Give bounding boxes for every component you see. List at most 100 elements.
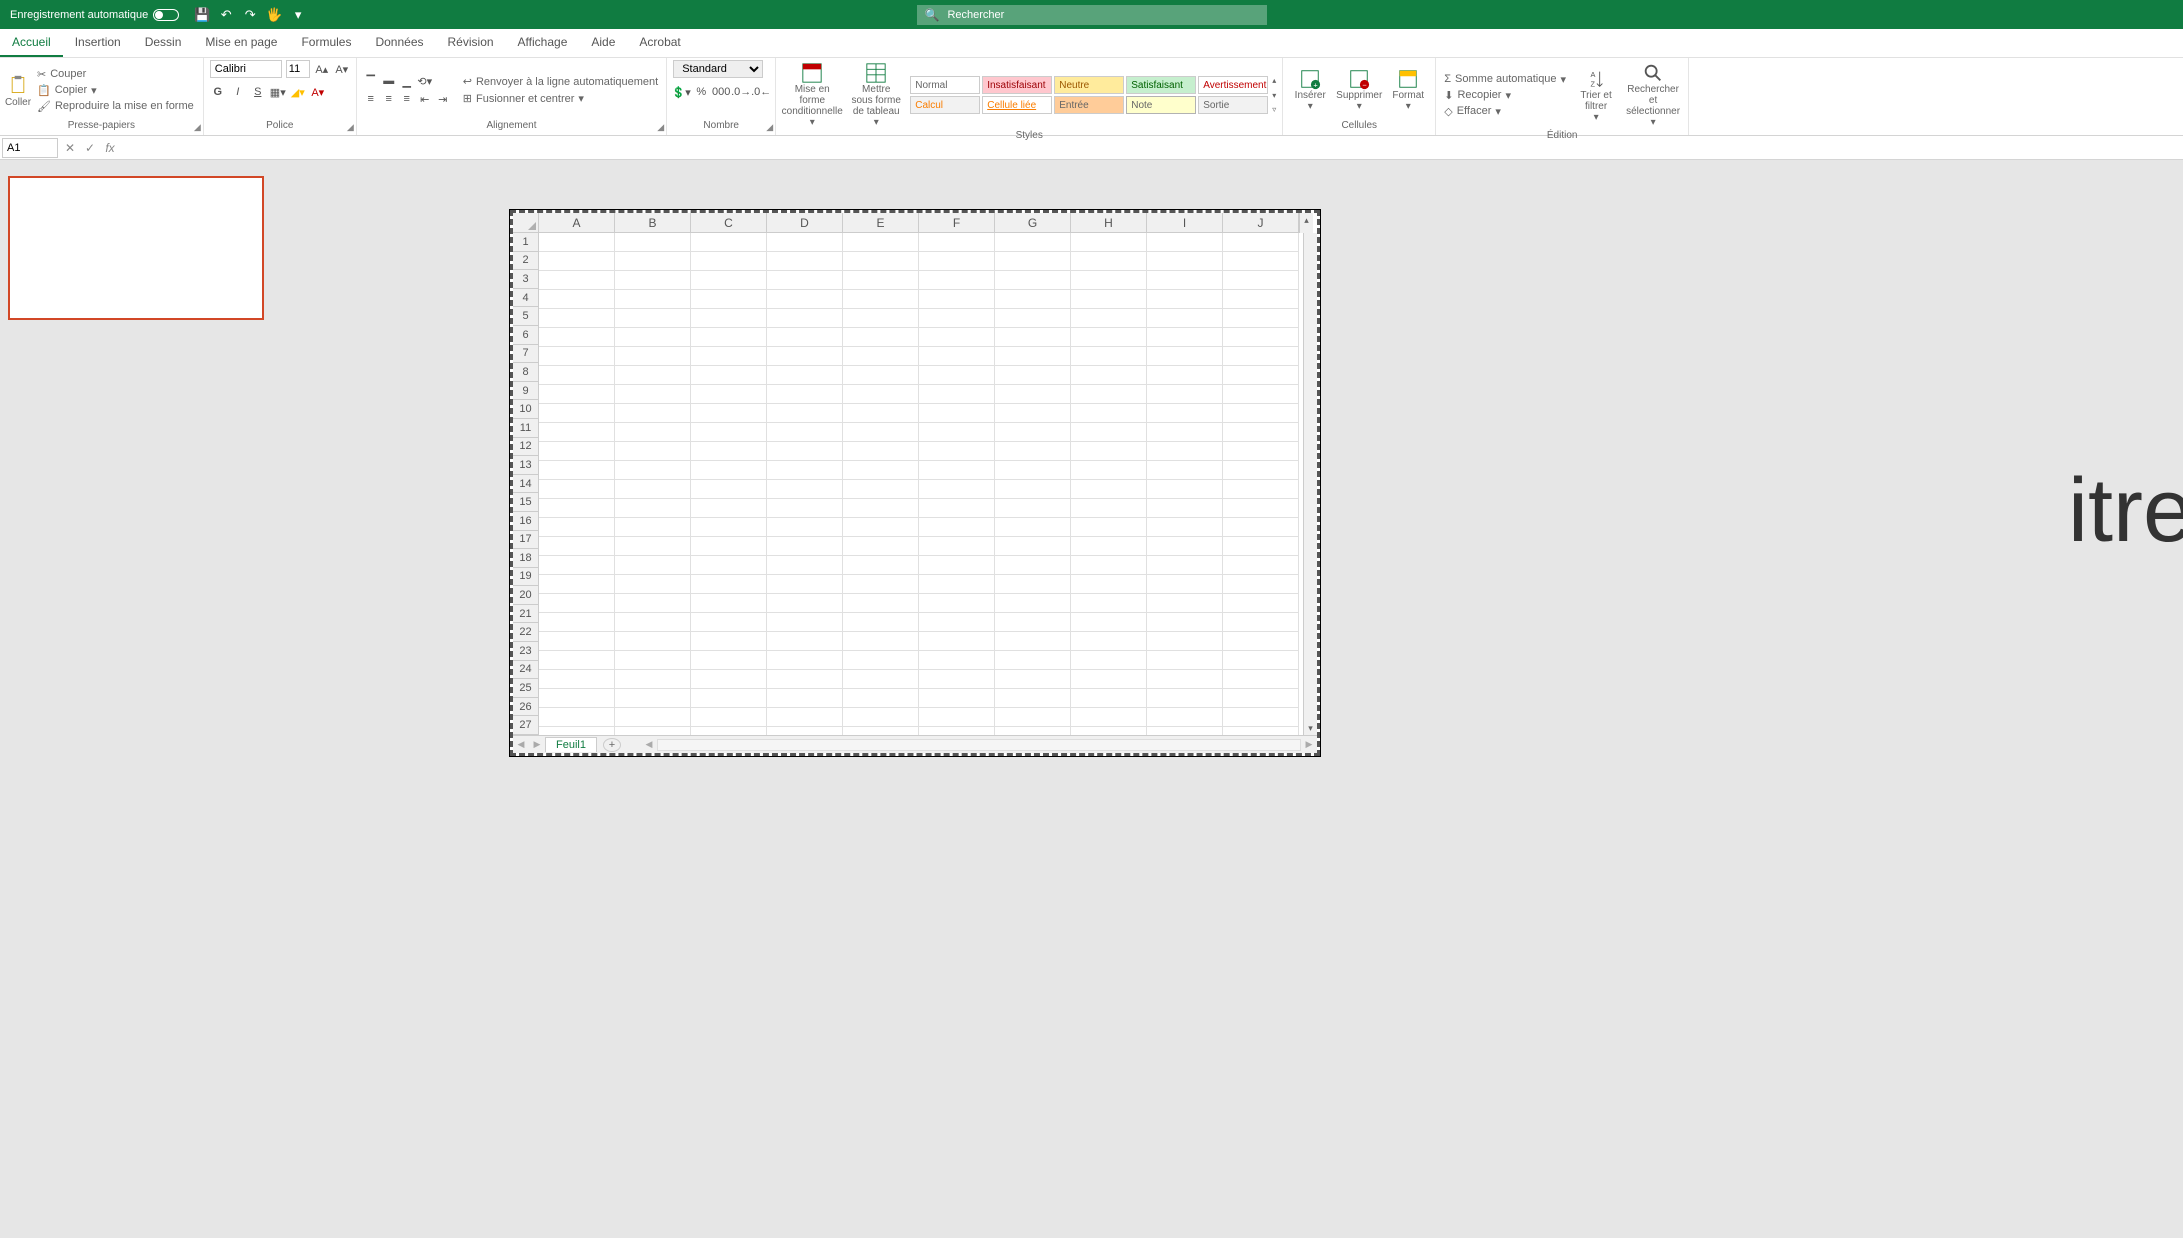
row-header-17[interactable]: 17 (513, 531, 539, 550)
font-size-input[interactable] (286, 60, 310, 78)
column-header-G[interactable]: G (995, 213, 1071, 233)
row-header-4[interactable]: 4 (513, 289, 539, 308)
decrease-decimal-button[interactable]: .0← (753, 84, 769, 100)
cell-G11[interactable] (995, 423, 1071, 442)
cell-H25[interactable] (1071, 689, 1147, 708)
cell-C18[interactable] (691, 556, 767, 575)
prev-sheet-button[interactable]: ◀ (513, 739, 529, 750)
bold-button[interactable]: G (210, 84, 226, 100)
next-sheet-button[interactable]: ▶ (529, 739, 545, 750)
style-avertissement[interactable]: Avertissement (1198, 76, 1268, 94)
cell-D17[interactable] (767, 537, 843, 556)
scroll-down-button[interactable]: ▾ (1308, 721, 1313, 735)
decrease-font-button[interactable]: A▾ (334, 61, 350, 77)
find-select-button[interactable]: Rechercher et sélectionner▾ (1624, 60, 1682, 130)
underline-button[interactable]: S (250, 84, 266, 100)
cell-H24[interactable] (1071, 670, 1147, 689)
border-button[interactable]: ▦▾ (270, 84, 286, 100)
cell-G2[interactable] (995, 252, 1071, 271)
row-header-7[interactable]: 7 (513, 345, 539, 364)
cell-G27[interactable] (995, 727, 1071, 735)
cell-F5[interactable] (919, 309, 995, 328)
cell-F23[interactable] (919, 651, 995, 670)
row-header-9[interactable]: 9 (513, 382, 539, 401)
cell-C25[interactable] (691, 689, 767, 708)
style-satisfaisant[interactable]: Satisfaisant (1126, 76, 1196, 94)
cell-J25[interactable] (1223, 689, 1299, 708)
cell-G1[interactable] (995, 233, 1071, 252)
cell-G25[interactable] (995, 689, 1071, 708)
cell-A21[interactable] (539, 613, 615, 632)
cell-A5[interactable] (539, 309, 615, 328)
cell-G5[interactable] (995, 309, 1071, 328)
cell-C7[interactable] (691, 347, 767, 366)
cell-J26[interactable] (1223, 708, 1299, 727)
cell-D5[interactable] (767, 309, 843, 328)
increase-indent-button[interactable]: ⇥ (435, 91, 451, 107)
cell-H8[interactable] (1071, 366, 1147, 385)
cell-G24[interactable] (995, 670, 1071, 689)
gallery-down-button[interactable]: ▾ (1272, 91, 1276, 100)
format-as-table-button[interactable]: Mettre sous forme de tableau▾ (846, 60, 906, 130)
embedded-spreadsheet[interactable]: ABCDEFGHIJ ▴ 123456789101112131415161718… (510, 210, 1320, 756)
cell-H21[interactable] (1071, 613, 1147, 632)
cell-I16[interactable] (1147, 518, 1223, 537)
cell-I9[interactable] (1147, 385, 1223, 404)
style-note[interactable]: Note (1126, 96, 1196, 114)
fill-color-button[interactable]: ◢▾ (290, 84, 306, 100)
cell-J2[interactable] (1223, 252, 1299, 271)
tab-accueil[interactable]: Accueil (0, 29, 63, 57)
cell-J22[interactable] (1223, 632, 1299, 651)
cell-I24[interactable] (1147, 670, 1223, 689)
insert-function-button[interactable]: fx (100, 138, 120, 158)
cell-E7[interactable] (843, 347, 919, 366)
align-right-button[interactable]: ≡ (399, 91, 415, 107)
cell-E24[interactable] (843, 670, 919, 689)
cell-D25[interactable] (767, 689, 843, 708)
cell-D2[interactable] (767, 252, 843, 271)
gallery-up-button[interactable]: ▴ (1272, 76, 1276, 85)
cell-I26[interactable] (1147, 708, 1223, 727)
cell-C23[interactable] (691, 651, 767, 670)
decrease-indent-button[interactable]: ⇤ (417, 91, 433, 107)
orientation-button[interactable]: ⟲▾ (417, 73, 433, 89)
cell-B21[interactable] (615, 613, 691, 632)
cell-E9[interactable] (843, 385, 919, 404)
tab-revision[interactable]: Révision (436, 29, 506, 57)
cell-J5[interactable] (1223, 309, 1299, 328)
horizontal-scrollbar[interactable]: ◀ ▶ (641, 739, 1317, 751)
cell-B13[interactable] (615, 461, 691, 480)
cell-B14[interactable] (615, 480, 691, 499)
cell-B23[interactable] (615, 651, 691, 670)
cell-B16[interactable] (615, 518, 691, 537)
tab-insertion[interactable]: Insertion (63, 29, 133, 57)
row-header-2[interactable]: 2 (513, 252, 539, 271)
cell-F26[interactable] (919, 708, 995, 727)
cell-D19[interactable] (767, 575, 843, 594)
cell-I3[interactable] (1147, 271, 1223, 290)
cell-G16[interactable] (995, 518, 1071, 537)
row-header-14[interactable]: 14 (513, 475, 539, 494)
name-box[interactable] (2, 138, 58, 158)
cell-F16[interactable] (919, 518, 995, 537)
cell-grid[interactable] (539, 233, 1303, 735)
column-header-I[interactable]: I (1147, 213, 1223, 233)
number-format-select[interactable]: Standard (673, 60, 763, 78)
cancel-formula-button[interactable]: ✕ (60, 138, 80, 158)
cell-H3[interactable] (1071, 271, 1147, 290)
cell-J20[interactable] (1223, 594, 1299, 613)
cell-E8[interactable] (843, 366, 919, 385)
row-header-16[interactable]: 16 (513, 512, 539, 531)
cell-I17[interactable] (1147, 537, 1223, 556)
sort-filter-button[interactable]: AZ Trier et filtrer▾ (1572, 66, 1620, 125)
style-calcul[interactable]: Calcul (910, 96, 980, 114)
insert-cells-button[interactable]: + Insérer▾ (1289, 66, 1331, 114)
cell-E6[interactable] (843, 328, 919, 347)
cell-E5[interactable] (843, 309, 919, 328)
row-header-22[interactable]: 22 (513, 623, 539, 642)
cell-F13[interactable] (919, 461, 995, 480)
cell-G3[interactable] (995, 271, 1071, 290)
cell-E20[interactable] (843, 594, 919, 613)
cell-C6[interactable] (691, 328, 767, 347)
column-header-D[interactable]: D (767, 213, 843, 233)
